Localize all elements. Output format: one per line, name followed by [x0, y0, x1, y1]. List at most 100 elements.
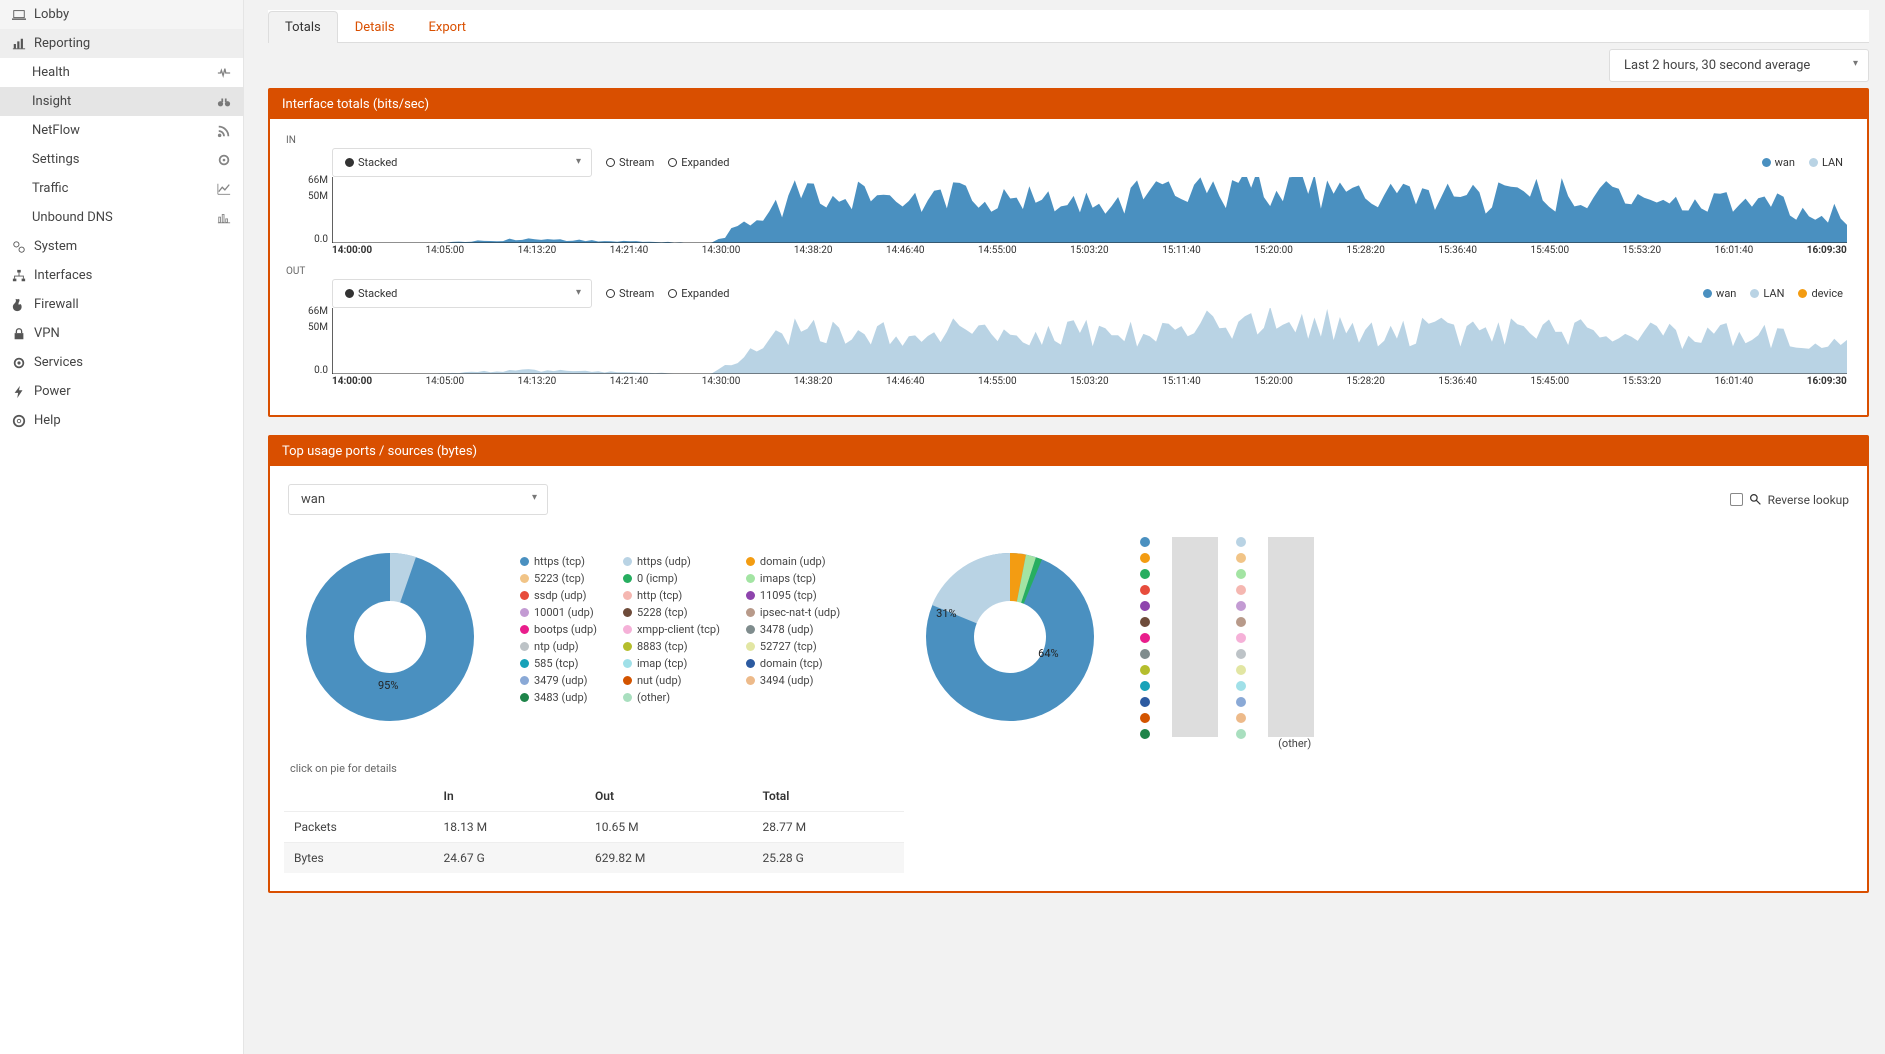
legend-dot[interactable]	[1236, 729, 1246, 739]
nav-sub-netflow[interactable]: NetFlow	[0, 116, 243, 145]
legend-item[interactable]: nut (udp)	[623, 674, 720, 687]
chart-mode-radios-in[interactable]: Stacked Stream Expanded	[332, 148, 729, 177]
legend-item[interactable]: domain (tcp)	[746, 657, 840, 670]
chart-out: OUT Stacked Stream Expanded wan LAN devi…	[284, 266, 1853, 387]
legend-item[interactable]: ntp (udp)	[520, 640, 597, 653]
legend-item[interactable]: 8883 (tcp)	[623, 640, 720, 653]
legend-item[interactable]: xmpp-client (tcp)	[623, 623, 720, 636]
legend-item[interactable]: 3494 (udp)	[746, 674, 840, 687]
nav-reporting[interactable]: Reporting	[0, 29, 243, 58]
heartbeat-icon	[217, 66, 231, 80]
tab-totals[interactable]: Totals	[268, 11, 338, 43]
chart-in: IN Stacked Stream Expanded wan LAN	[284, 135, 1853, 256]
legend-item[interactable]: ssdp (udp)	[520, 589, 597, 602]
chart-mode-radios-out[interactable]: Stacked Stream Expanded	[332, 279, 729, 308]
nav-sub-health[interactable]: Health	[0, 58, 243, 87]
nav-power-label: Power	[34, 384, 71, 399]
legend-item[interactable]: http (tcp)	[623, 589, 720, 602]
radio-stream[interactable]: Stream	[606, 148, 654, 177]
legend-dot[interactable]	[1140, 617, 1150, 627]
tab-export[interactable]: Export	[412, 11, 484, 43]
reverse-lookup-checkbox[interactable]	[1730, 493, 1743, 506]
nav-sub-unbound[interactable]: Unbound DNS	[0, 203, 243, 232]
legend-item[interactable]: ipsec-nat-t (udp)	[746, 606, 840, 619]
legend-dot[interactable]	[1236, 633, 1246, 643]
legend-item[interactable]: 5228 (tcp)	[623, 606, 720, 619]
radio-stream[interactable]: Stream	[606, 279, 654, 308]
legend-dot[interactable]	[1236, 697, 1246, 707]
legend-item[interactable]: imaps (tcp)	[746, 572, 840, 585]
fire-icon	[12, 298, 26, 312]
nav-help[interactable]: Help	[0, 406, 243, 435]
nav-sub-settings[interactable]: Settings	[0, 145, 243, 174]
lock-icon	[12, 327, 26, 341]
legend-dot[interactable]	[1236, 649, 1246, 659]
legend-item[interactable]: 52727 (tcp)	[746, 640, 840, 653]
legend-item[interactable]: 10001 (udp)	[520, 606, 597, 619]
legend-dot[interactable]	[1236, 601, 1246, 611]
legend-dot[interactable]	[1140, 697, 1150, 707]
legend-item[interactable]: 5223 (tcp)	[520, 572, 597, 585]
nav-sub-traffic[interactable]: Traffic	[0, 174, 243, 203]
nav-interfaces[interactable]: Interfaces	[0, 261, 243, 290]
legend-item[interactable]: 3483 (udp)	[520, 691, 597, 704]
radio-expanded[interactable]: Expanded	[668, 148, 729, 177]
legend-dot[interactable]	[1140, 537, 1150, 547]
panel-title: Interface totals (bits/sec)	[270, 90, 1867, 119]
nav-lobby[interactable]: Lobby	[0, 0, 243, 29]
legend-dot[interactable]	[1140, 553, 1150, 563]
legend-dot[interactable]	[1140, 569, 1150, 579]
x-axis-in: 14:00:0014:05:0014:13:2014:21:4014:30:00…	[332, 245, 1847, 256]
legend-item[interactable]: 0 (icmp)	[623, 572, 720, 585]
legend-item[interactable]: 11095 (tcp)	[746, 589, 840, 602]
chart-in-legend: wan LAN	[1762, 156, 1843, 169]
tab-details[interactable]: Details	[338, 11, 412, 43]
legend-item[interactable]: 585 (tcp)	[520, 657, 597, 670]
legend-dot[interactable]	[1236, 553, 1246, 563]
nav-services[interactable]: Services	[0, 348, 243, 377]
legend-dot[interactable]	[1140, 713, 1150, 723]
cog-icon	[12, 356, 26, 370]
nav-power[interactable]: Power	[0, 377, 243, 406]
legend-scroll-box[interactable]	[1172, 537, 1218, 737]
legend-dot[interactable]	[1140, 681, 1150, 691]
legend-dot[interactable]	[1140, 649, 1150, 659]
legend-dot[interactable]	[1140, 633, 1150, 643]
interface-select[interactable]: wan	[288, 484, 548, 515]
nav-sub-insight[interactable]: Insight	[0, 87, 243, 116]
area-chart-out[interactable]	[332, 308, 1847, 374]
legend-dot[interactable]	[1236, 713, 1246, 723]
time-range-select[interactable]: Last 2 hours, 30 second average	[1609, 49, 1869, 82]
legend-dot[interactable]	[1236, 681, 1246, 691]
nav-services-label: Services	[34, 355, 83, 370]
legend-item[interactable]: domain (udp)	[746, 555, 840, 568]
legend-scroll-box[interactable]	[1268, 537, 1314, 737]
nav-system[interactable]: System	[0, 232, 243, 261]
legend-dot[interactable]	[1140, 729, 1150, 739]
nav-vpn[interactable]: VPN	[0, 319, 243, 348]
nav-firewall[interactable]: Firewall	[0, 290, 243, 319]
legend-dot[interactable]	[1236, 585, 1246, 595]
radio-expanded[interactable]: Expanded	[668, 279, 729, 308]
legend-item[interactable]: (other)	[623, 691, 720, 704]
radio-stacked[interactable]: Stacked	[332, 279, 592, 308]
area-chart-in[interactable]	[332, 177, 1847, 243]
legend-item[interactable]: https (udp)	[623, 555, 720, 568]
pie-ports[interactable]: 95%	[290, 537, 490, 750]
legend-dot[interactable]	[1140, 665, 1150, 675]
legend-dot[interactable]	[1140, 601, 1150, 611]
legend-item[interactable]: bootps (udp)	[520, 623, 597, 636]
legend-dot[interactable]	[1236, 665, 1246, 675]
legend-item[interactable]: 3478 (udp)	[746, 623, 840, 636]
legend-dot[interactable]	[1236, 569, 1246, 579]
legend-item[interactable]: 3479 (udp)	[520, 674, 597, 687]
legend-item[interactable]: https (tcp)	[520, 555, 597, 568]
pie-sources[interactable]: 64% 31%	[910, 537, 1110, 750]
legend-dot[interactable]	[1236, 537, 1246, 547]
legend-dot[interactable]	[1140, 585, 1150, 595]
nav-sub-netflow-label: NetFlow	[32, 123, 80, 138]
legend-dot[interactable]	[1236, 617, 1246, 627]
legend-item[interactable]: imap (tcp)	[623, 657, 720, 670]
nav-firewall-label: Firewall	[34, 297, 79, 312]
radio-stacked[interactable]: Stacked	[332, 148, 592, 177]
